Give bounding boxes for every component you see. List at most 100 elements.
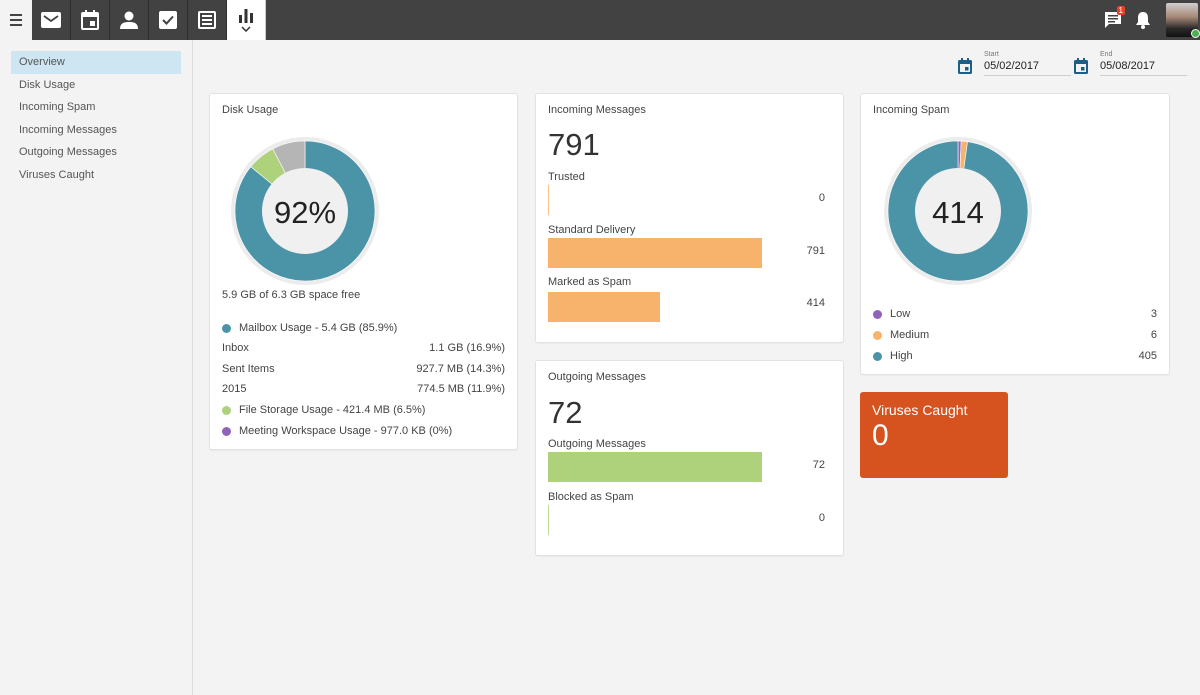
bar-value-blocked-spam: 0 (818, 512, 825, 524)
bar-label-outgoing: Outgoing Messages (548, 438, 646, 450)
legend-value: 405 (1138, 350, 1157, 362)
spam-total-label: 414 (932, 195, 984, 230)
app-tab-notes[interactable] (188, 0, 227, 40)
notifications-button[interactable] (1128, 0, 1158, 40)
card-title: Viruses Caught (872, 402, 968, 418)
legend-label: 2015 (222, 383, 247, 395)
chat-badge: 1 (1116, 6, 1125, 15)
legend-item-2015: 2015 774.5 MB (11.9%) (222, 380, 505, 398)
menu-button[interactable] (0, 0, 32, 40)
card-title: Incoming Spam (873, 104, 950, 116)
legend-item-inbox: Inbox 1.1 GB (16.9%) (222, 339, 505, 357)
viruses-count: 0 (872, 419, 889, 452)
start-date-field[interactable]: Start 05/02/2017 (958, 50, 1073, 76)
bar-fill (548, 238, 762, 268)
checkbox-icon (159, 11, 177, 29)
legend-label: Meeting Workspace Usage - 977.0 KB (0%) (239, 425, 453, 437)
avatar[interactable] (1166, 3, 1200, 38)
sidebar-item-outgoing-messages[interactable]: Outgoing Messages (11, 141, 181, 164)
bar-marked-spam (548, 292, 762, 322)
legend-item-mailbox: Mailbox Usage - 5.4 GB (85.9%) (222, 319, 505, 337)
top-bar: 1 (0, 0, 1200, 40)
outgoing-total: 72 (548, 395, 583, 430)
bar-chart-icon (239, 8, 253, 23)
online-status-indicator (1191, 29, 1200, 38)
legend-item-file-storage: File Storage Usage - 421.4 MB (6.5%) (222, 401, 505, 419)
bar-label-trusted: Trusted (548, 171, 585, 183)
sidebar-item-incoming-spam[interactable]: Incoming Spam (11, 96, 181, 119)
sidebar-item-viruses-caught[interactable]: Viruses Caught (11, 164, 181, 187)
app-tab-mail[interactable] (32, 0, 71, 40)
app-tab-tasks[interactable] (149, 0, 188, 40)
card-title: Outgoing Messages (548, 371, 646, 383)
end-date-field[interactable]: End 05/08/2017 (1074, 50, 1189, 76)
incoming-total: 791 (548, 127, 600, 162)
legend-value: 927.7 MB (14.3%) (416, 363, 505, 375)
chat-button[interactable]: 1 (1098, 0, 1128, 40)
disk-usage-donut: 92% (231, 137, 379, 285)
legend-dot (873, 309, 882, 319)
legend-label: High (890, 350, 913, 362)
bar-outgoing (548, 452, 762, 482)
legend-item-sent-items: Sent Items 927.7 MB (14.3%) (222, 360, 505, 378)
calendar-icon (81, 10, 99, 30)
bar-fill (548, 292, 660, 322)
legend-label: Sent Items (222, 363, 275, 375)
disk-usage-card[interactable]: Disk Usage 92% 5.9 GB of 6.3 GB space fr… (209, 93, 518, 450)
sidebar-item-overview[interactable]: Overview (11, 51, 181, 74)
envelope-icon (41, 12, 61, 28)
bar-label-blocked-spam: Blocked as Spam (548, 491, 634, 503)
app-tab-reports[interactable] (227, 0, 266, 40)
top-right-controls: 1 (1098, 0, 1200, 40)
bell-icon (1136, 12, 1150, 29)
bar-standard-delivery (548, 238, 762, 268)
app-tab-calendar[interactable] (71, 0, 110, 40)
disk-percent-label: 92% (274, 195, 336, 230)
legend-label: Low (890, 308, 911, 320)
legend-label: Medium (890, 329, 930, 341)
app-tab-contacts[interactable] (110, 0, 149, 40)
bar-fill (548, 452, 762, 482)
legend-dot (222, 405, 231, 415)
incoming-spam-card[interactable]: Incoming Spam 414 Low 3 Medium 6 High 40… (860, 93, 1170, 375)
legend-item-high: High 405 (873, 347, 1157, 365)
bar-value-marked-spam: 414 (806, 297, 825, 309)
legend-value: 774.5 MB (11.9%) (417, 383, 505, 395)
card-title: Disk Usage (222, 104, 279, 116)
calendar-icon[interactable] (1074, 58, 1088, 74)
start-date-input[interactable]: 05/02/2017 (984, 60, 1071, 76)
legend-dot (222, 426, 231, 436)
bar-value-outgoing: 72 (812, 459, 825, 471)
legend-dot (873, 351, 882, 361)
hamburger-icon (10, 13, 22, 28)
bar-fill (548, 505, 549, 535)
disk-free-text: 5.9 GB of 6.3 GB space free (222, 289, 361, 301)
legend-value: 6 (1150, 329, 1157, 341)
legend-item-low: Low 3 (873, 305, 1157, 323)
legend-value: 3 (1150, 308, 1157, 320)
incoming-messages-card[interactable]: Incoming Messages 791 Trusted 0 Standard… (535, 93, 844, 343)
start-date-label: Start (984, 51, 999, 58)
calendar-icon[interactable] (958, 58, 972, 74)
legend-item-meeting-workspace: Meeting Workspace Usage - 977.0 KB (0%) (222, 422, 505, 440)
end-date-input[interactable]: 05/08/2017 (1100, 60, 1187, 76)
sidebar-item-disk-usage[interactable]: Disk Usage (11, 74, 181, 97)
sidebar-item-incoming-messages[interactable]: Incoming Messages (11, 119, 181, 142)
bar-fill (548, 185, 549, 215)
bar-value-standard-delivery: 791 (806, 245, 825, 257)
chevron-down-icon (241, 25, 251, 32)
legend-label: Mailbox Usage - 5.4 GB (85.9%) (239, 322, 398, 334)
legend-value: 1.1 GB (16.9%) (429, 342, 505, 354)
sidebar: Overview Disk Usage Incoming Spam Incomi… (0, 40, 193, 695)
bar-label-marked-spam: Marked as Spam (548, 276, 632, 288)
end-date-label: End (1100, 51, 1113, 58)
incoming-spam-donut: 414 (884, 137, 1032, 285)
card-title: Incoming Messages (548, 104, 646, 116)
legend-label: File Storage Usage - 421.4 MB (6.5%) (239, 404, 426, 416)
viruses-caught-card[interactable]: Viruses Caught 0 (860, 392, 1008, 478)
person-icon (120, 11, 138, 29)
bar-label-standard-delivery: Standard Delivery (548, 224, 636, 236)
legend-dot (873, 330, 882, 340)
bar-blocked-spam (548, 505, 762, 535)
outgoing-messages-card[interactable]: Outgoing Messages 72 Outgoing Messages 7… (535, 360, 844, 556)
